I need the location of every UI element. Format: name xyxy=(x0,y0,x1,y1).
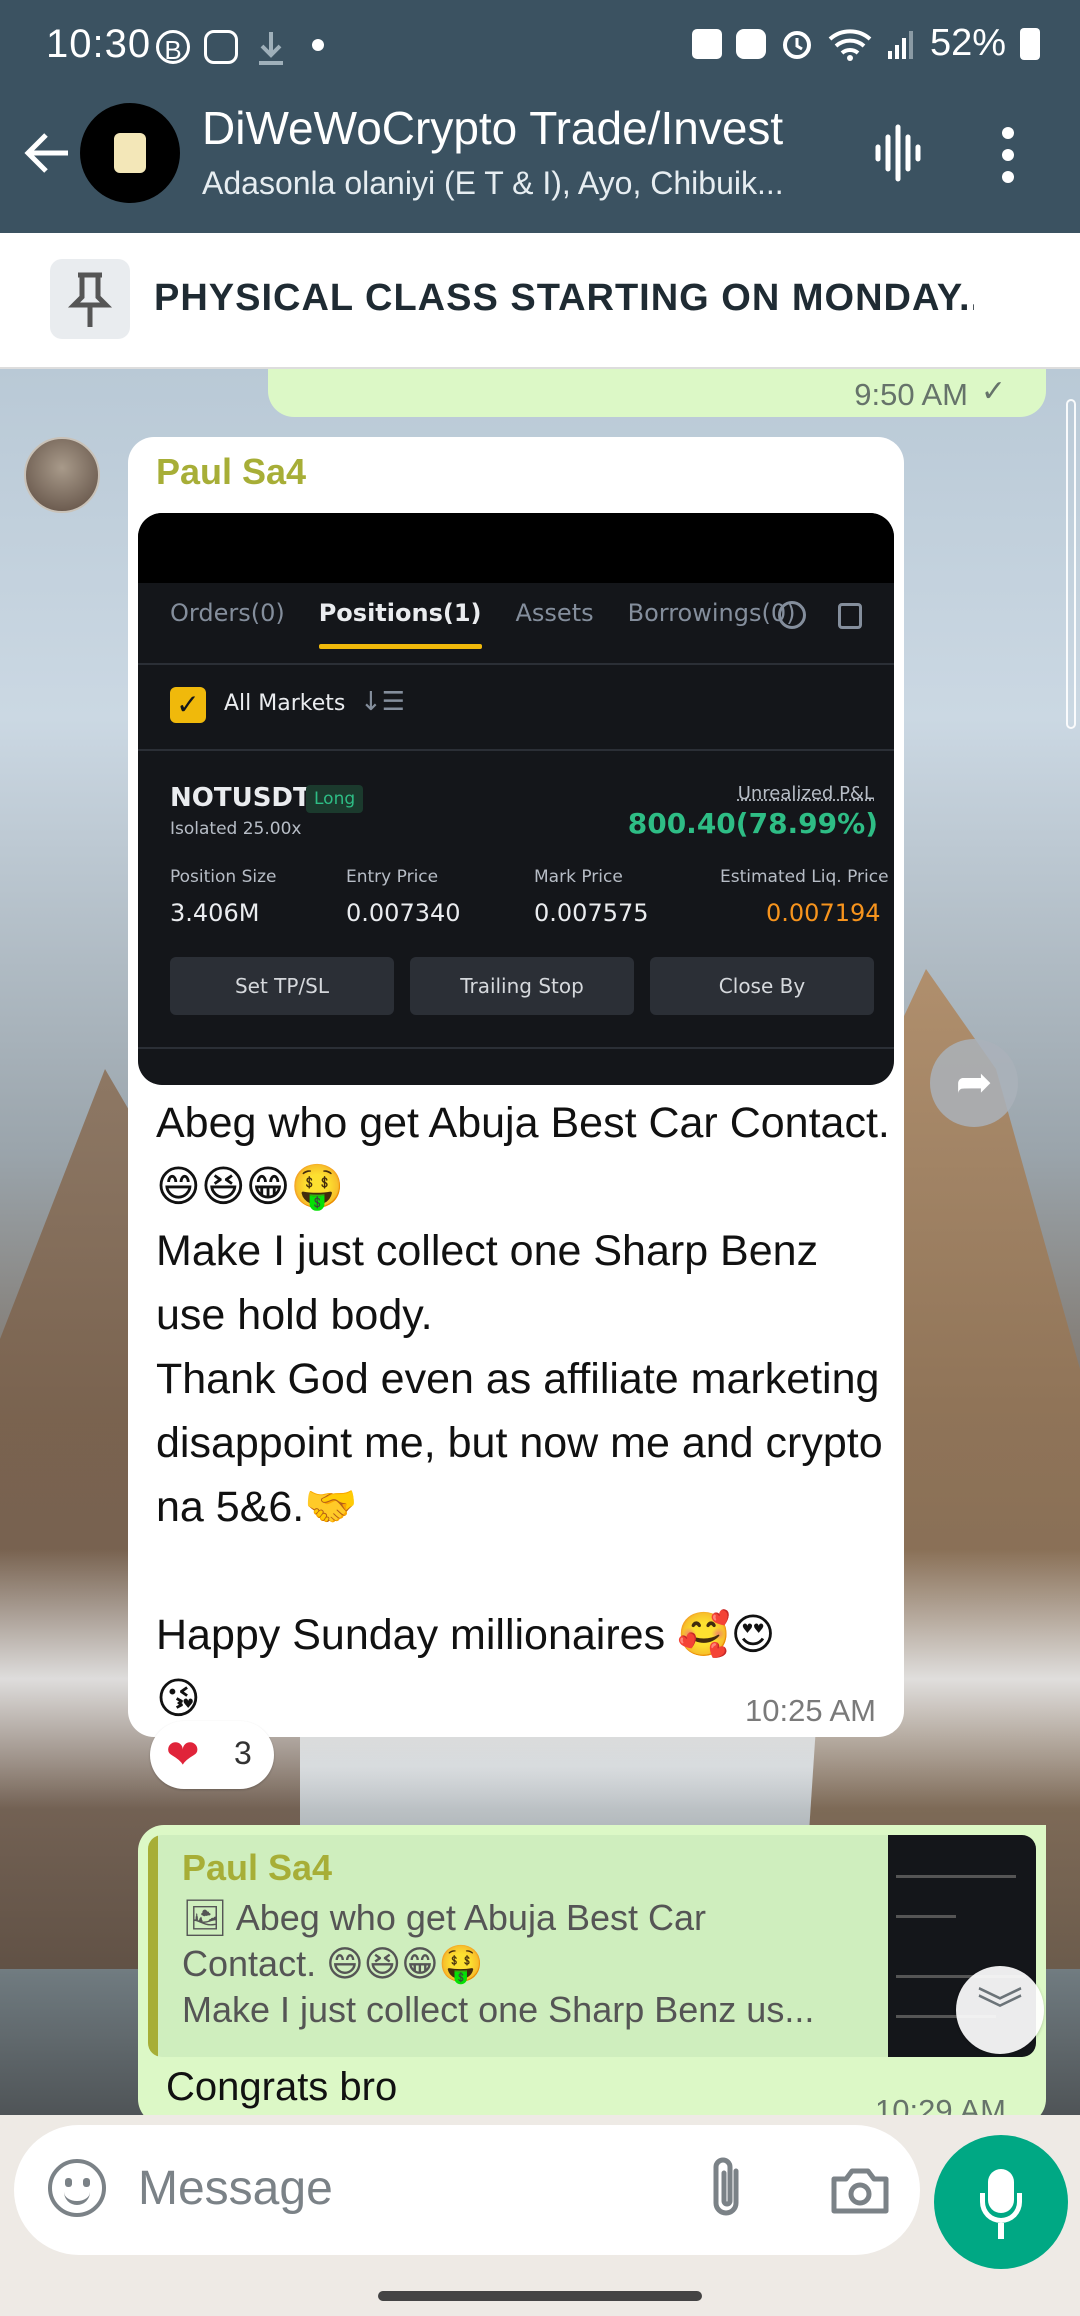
image-label: Estimated Liq. Price xyxy=(720,867,889,887)
image-divider xyxy=(138,1047,894,1049)
image-value: 0.007575 xyxy=(534,899,649,927)
status-right: 52% xyxy=(691,22,1040,65)
image-side-badge: Long xyxy=(306,785,364,813)
sent-check-icon: ✓ xyxy=(980,375,1006,408)
quote-bar xyxy=(148,1835,158,2057)
photo-icon xyxy=(691,28,722,59)
message-input[interactable]: Message xyxy=(138,2161,333,2216)
image-label: Mark Price xyxy=(534,867,623,887)
image-value: 0.007194 xyxy=(766,899,881,927)
status-bar: 10:30 B 52% xyxy=(0,0,1080,95)
message-time: 9:50 AM xyxy=(854,377,968,412)
reaction-count: 3 xyxy=(234,1735,252,1771)
scrollbar[interactable] xyxy=(1066,399,1076,729)
sender-name[interactable]: Paul Sa4 xyxy=(156,451,306,493)
top-bar: 10:30 B 52% DiWeWoCrypto Trade/Invest Ad… xyxy=(0,0,1080,233)
voice-chat-icon[interactable] xyxy=(872,123,928,183)
camera-icon[interactable] xyxy=(830,2165,890,2215)
image-unrealized-label: Unrealized P&L xyxy=(737,783,874,804)
signal-icon xyxy=(887,30,913,59)
message-time: 10:29 AM xyxy=(875,2093,1006,2115)
quoted-sender: Paul Sa4 xyxy=(182,1847,333,1888)
group-logo xyxy=(114,133,146,173)
image-tab: Borrowings(0) xyxy=(627,599,796,627)
chat-header: DiWeWoCrypto Trade/Invest Adasonla olani… xyxy=(0,95,1080,233)
forward-icon[interactable]: ➦ xyxy=(930,1039,1018,1127)
reaction-chip[interactable]: ❤ 3 xyxy=(150,1721,274,1789)
status-time: 10:30 xyxy=(46,22,152,66)
scroll-to-bottom-icon[interactable]: ︾ xyxy=(956,1966,1044,2054)
emoji-icon[interactable] xyxy=(48,2159,106,2217)
back-arrow-icon[interactable] xyxy=(20,125,76,181)
group-title[interactable]: DiWeWoCrypto Trade/Invest xyxy=(202,101,842,155)
image-label: Position Size xyxy=(170,867,277,887)
image-checkbox-icon: ✓ xyxy=(170,687,206,723)
message-time: 10:25 AM xyxy=(745,1693,876,1728)
instagram-icon xyxy=(204,30,238,64)
image-list-icon xyxy=(838,603,862,629)
image-button: Close By xyxy=(650,957,874,1015)
wifi-icon xyxy=(828,28,872,61)
mic-stand xyxy=(980,2193,1022,2223)
sender-avatar[interactable] xyxy=(24,437,100,513)
thumb-line xyxy=(896,1875,1016,1878)
image-divider xyxy=(138,663,894,665)
heart-icon: ❤ xyxy=(166,1733,200,1777)
image-symbol: NOTUSDT xyxy=(170,783,311,813)
message-input-box[interactable]: Message xyxy=(14,2125,920,2255)
incoming-message[interactable]: Paul Sa4 Orders(0) Positions(1) Assets B… xyxy=(128,437,904,1737)
image-sort-icon: ↓☰ xyxy=(360,687,406,717)
image-value: 0.007340 xyxy=(346,899,461,927)
image-button: Set TP/SL xyxy=(170,957,394,1015)
pinned-text: PHYSICAL CLASS STARTING ON MONDAY... xyxy=(154,277,974,319)
quoted-message[interactable]: Paul Sa4 🖼 Abeg who get Abuja Best Car C… xyxy=(148,1835,1036,2057)
chat-area[interactable]: 9:50 AM ✓ Paul Sa4 Orders(0) Positions(1… xyxy=(0,369,1080,2115)
download-icon xyxy=(259,32,283,65)
dot-icon xyxy=(312,39,324,51)
alarm-icon xyxy=(782,30,811,59)
more-options-icon[interactable] xyxy=(1000,127,1016,183)
image-pnl: 800.40(78.99%) xyxy=(627,807,878,840)
pinned-message-bar[interactable]: PHYSICAL CLASS STARTING ON MONDAY... xyxy=(0,233,1080,369)
voice-message-button[interactable] xyxy=(934,2135,1068,2269)
group-avatar[interactable] xyxy=(80,103,180,203)
image-tab-active: Positions(1) xyxy=(318,599,482,649)
image-divider xyxy=(138,749,894,751)
battery-icon xyxy=(1020,27,1040,60)
image-tabs: Orders(0) Positions(1) Assets Borrowings… xyxy=(170,599,796,649)
previous-outgoing-message[interactable]: 9:50 AM ✓ xyxy=(268,369,1046,417)
image-margin: Isolated 25.00x xyxy=(170,819,302,839)
b-icon: B xyxy=(156,30,190,65)
reply-text: Congrats bro xyxy=(166,2065,398,2109)
outgoing-reply-message[interactable]: Paul Sa4 🖼 Abeg who get Abuja Best Car C… xyxy=(138,1825,1046,2115)
mic-stem xyxy=(998,2223,1004,2239)
battery-saver-icon xyxy=(735,28,766,59)
image-top-strip xyxy=(138,513,894,583)
image-all-markets: All Markets xyxy=(224,691,346,716)
quoted-text: 🖼 Abeg who get Abuja Best Car Contact. 😄… xyxy=(182,1897,815,2030)
attach-icon[interactable] xyxy=(702,2153,750,2223)
image-value: 3.406M xyxy=(170,899,260,927)
compose-area: Message xyxy=(0,2115,1080,2316)
image-settings-icon xyxy=(778,601,806,629)
message-text: Abeg who get Abuja Best Car Contact. 😄😆😁… xyxy=(156,1099,890,1723)
image-tab: Assets xyxy=(515,599,594,627)
battery-percent: 52% xyxy=(929,22,1006,64)
image-button: Trailing Stop xyxy=(410,957,634,1015)
home-indicator[interactable] xyxy=(378,2291,702,2301)
shared-image[interactable]: Orders(0) Positions(1) Assets Borrowings… xyxy=(138,513,894,1085)
image-label: Entry Price xyxy=(346,867,439,887)
image-tab: Orders(0) xyxy=(170,599,285,627)
thumb-line xyxy=(896,1915,956,1918)
group-members[interactable]: Adasonla olaniyi (E T & I), Ayo, Chibuik… xyxy=(202,165,822,202)
pin-icon xyxy=(50,259,130,339)
